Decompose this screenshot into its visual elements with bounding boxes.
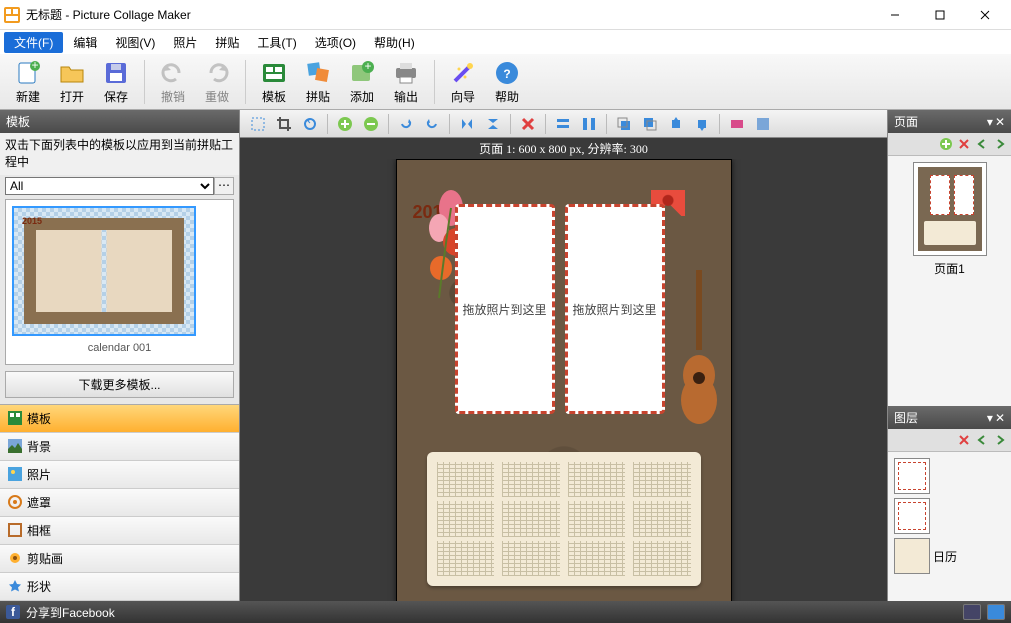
status-bar: f 分享到Facebook xyxy=(0,601,1011,623)
flip-h-icon[interactable] xyxy=(455,113,479,135)
layer-item-frame-1[interactable] xyxy=(892,496,1007,536)
template-panel-title: 模板 xyxy=(0,110,239,133)
reset-tool-icon[interactable] xyxy=(298,113,322,135)
layer-item-calendar[interactable]: 日历 xyxy=(892,536,1007,576)
open-button[interactable]: 打开 xyxy=(52,57,92,107)
canvas-toolbar xyxy=(240,110,887,138)
template-thumb-1[interactable]: 2015 xyxy=(12,206,196,336)
pages-list: 页面1 xyxy=(888,156,1011,406)
zoom-in-icon[interactable] xyxy=(333,113,357,135)
download-more-templates-button[interactable]: 下载更多模板... xyxy=(5,371,234,398)
tab-template[interactable]: 模板 xyxy=(0,405,239,433)
main-toolbar: +新建 打开 保存 撤销 重做 模板 拼贴 +添加 输出 向导 ?帮助 xyxy=(0,54,1011,110)
redo-button[interactable]: 重做 xyxy=(197,57,237,107)
canvas-info-label: 页面 1: 600 x 800 px, 分辨率: 300 xyxy=(240,138,887,159)
collage-button[interactable]: 拼贴 xyxy=(298,57,338,107)
template-folder-button[interactable]: ⋯ xyxy=(214,177,234,195)
close-button[interactable] xyxy=(962,1,1007,29)
template-thumb-caption: calendar 001 xyxy=(6,342,233,354)
template-hint: 双击下面列表中的模板以应用到当前拼贴工程中 xyxy=(0,133,239,175)
template-filter-select[interactable]: All xyxy=(5,177,214,195)
tab-photo[interactable]: 照片 xyxy=(0,461,239,489)
left-sidebar: 模板 双击下面列表中的模板以应用到当前拼贴工程中 All ⋯ 2015 cale… xyxy=(0,110,240,601)
bring-front-icon[interactable] xyxy=(612,113,636,135)
guitar-clipart[interactable] xyxy=(681,270,717,430)
panel-close-icon[interactable]: ✕ xyxy=(995,411,1005,425)
backward-icon[interactable] xyxy=(690,113,714,135)
zoom-out-icon[interactable] xyxy=(359,113,383,135)
flip-v-icon[interactable] xyxy=(481,113,505,135)
layers-list: 日历 xyxy=(888,452,1011,601)
prev-page-icon[interactable] xyxy=(975,137,989,151)
status-grid-icon[interactable] xyxy=(987,604,1005,620)
status-view-icon[interactable] xyxy=(963,604,981,620)
photo-frame-1[interactable]: 拖放照片到这里 xyxy=(455,204,555,414)
menu-edit[interactable]: 编辑 xyxy=(65,32,105,53)
menu-bar: 文件(F) 编辑 视图(V) 照片 拼贴 工具(T) 选项(O) 帮助(H) xyxy=(0,30,1011,54)
panel-chevron-icon[interactable]: ▾ xyxy=(987,411,993,425)
next-page-icon[interactable] xyxy=(993,137,1007,151)
menu-tools[interactable]: 工具(T) xyxy=(249,32,304,53)
menu-collage[interactable]: 拼贴 xyxy=(207,32,247,53)
layers-panel-title: 图层▾✕ xyxy=(888,406,1011,429)
canvas-area: 页面 1: 600 x 800 px, 分辨率: 300 2015 拖放照片到这… xyxy=(240,110,887,601)
align-icon[interactable] xyxy=(551,113,575,135)
output-button[interactable]: 输出 xyxy=(386,57,426,107)
undo-button[interactable]: 撤销 xyxy=(153,57,193,107)
tab-mask[interactable]: 遮罩 xyxy=(0,489,239,517)
tab-shape[interactable]: 形状 xyxy=(0,573,239,601)
svg-text:?: ? xyxy=(503,67,510,81)
facebook-icon[interactable]: f xyxy=(6,605,20,619)
menu-options[interactable]: 选项(O) xyxy=(307,32,364,53)
distribute-icon[interactable] xyxy=(577,113,601,135)
maximize-button[interactable] xyxy=(917,1,962,29)
menu-photo[interactable]: 照片 xyxy=(165,32,205,53)
add-page-icon[interactable] xyxy=(939,137,953,151)
left-tabs: 模板 背景 照片 遮罩 相框 剪贴画 形状 xyxy=(0,404,239,601)
help-button[interactable]: ?帮助 xyxy=(487,57,527,107)
menu-file[interactable]: 文件(F) xyxy=(4,32,63,53)
rotate-left-icon[interactable] xyxy=(394,113,418,135)
share-facebook-link[interactable]: 分享到Facebook xyxy=(26,604,115,621)
wizard-button[interactable]: 向导 xyxy=(443,57,483,107)
page-1-label: 页面1 xyxy=(892,258,1007,279)
tab-background[interactable]: 背景 xyxy=(0,433,239,461)
delete-page-icon[interactable] xyxy=(957,137,971,151)
delete-icon[interactable] xyxy=(516,113,540,135)
minimize-button[interactable] xyxy=(872,1,917,29)
pages-panel-title: 页面▾✕ xyxy=(888,110,1011,133)
svg-text:+: + xyxy=(364,59,371,73)
layer-up-icon[interactable] xyxy=(975,433,989,447)
rotate-right-icon[interactable] xyxy=(420,113,444,135)
forward-icon[interactable] xyxy=(664,113,688,135)
tab-frame[interactable]: 相框 xyxy=(0,517,239,545)
svg-text:+: + xyxy=(31,59,38,72)
properties-icon[interactable] xyxy=(751,113,775,135)
template-list[interactable]: 2015 calendar 001 xyxy=(5,199,234,365)
page-thumb-1[interactable] xyxy=(913,162,987,256)
send-back-icon[interactable] xyxy=(638,113,662,135)
canvas[interactable]: 2015 拖放照片到这里 拖放照片到这里 xyxy=(396,159,732,601)
title-bar: 无标题 - Picture Collage Maker xyxy=(0,0,1011,30)
tab-clipart[interactable]: 剪贴画 xyxy=(0,545,239,573)
layer-down-icon[interactable] xyxy=(993,433,1007,447)
delete-layer-icon[interactable] xyxy=(957,433,971,447)
add-button[interactable]: +添加 xyxy=(342,57,382,107)
layer-item-frame-2[interactable] xyxy=(892,456,1007,496)
menu-view[interactable]: 视图(V) xyxy=(107,32,163,53)
new-button[interactable]: +新建 xyxy=(8,57,48,107)
panel-chevron-icon[interactable]: ▾ xyxy=(987,115,993,129)
select-tool-icon[interactable] xyxy=(246,113,270,135)
photo-frame-2[interactable]: 拖放照片到这里 xyxy=(565,204,665,414)
app-icon xyxy=(4,7,20,23)
effects-icon[interactable] xyxy=(725,113,749,135)
panel-close-icon[interactable]: ✕ xyxy=(995,115,1005,129)
crop-tool-icon[interactable] xyxy=(272,113,296,135)
calendar-card[interactable] xyxy=(427,452,701,586)
template-button[interactable]: 模板 xyxy=(254,57,294,107)
save-button[interactable]: 保存 xyxy=(96,57,136,107)
window-title: 无标题 - Picture Collage Maker xyxy=(26,6,872,23)
menu-help[interactable]: 帮助(H) xyxy=(366,32,423,53)
right-sidebar: 页面▾✕ 页面1 图层▾✕ 日历 xyxy=(887,110,1011,601)
